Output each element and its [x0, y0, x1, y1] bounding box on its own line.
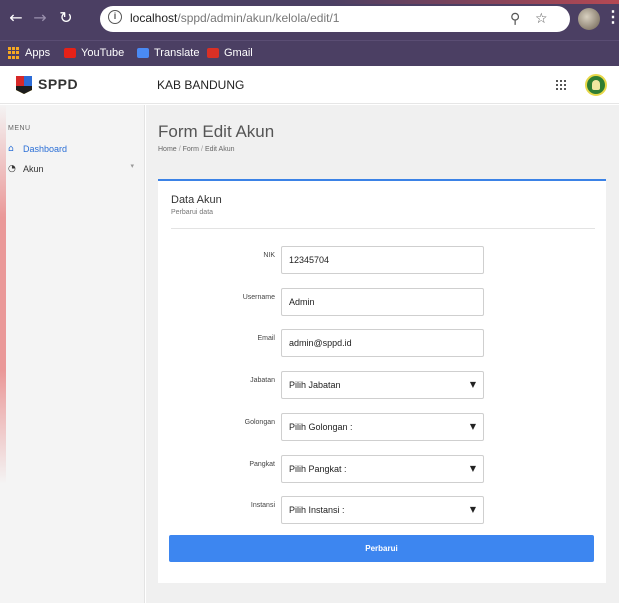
bookmarks-bar: Apps YouTube Translate Gmail [0, 40, 619, 66]
star-icon[interactable]: ☆ [535, 10, 548, 28]
submit-button[interactable]: Perbarui [169, 535, 594, 562]
bookmark-gmail[interactable]: Gmail [207, 47, 253, 59]
logo-text: SPPD [38, 76, 79, 92]
reload-icon[interactable]: ↻ [56, 8, 76, 28]
info-icon[interactable]: i [108, 10, 122, 24]
breadcrumb: Home / Form / Edit Akun [158, 146, 235, 153]
form-row-golongan: Golongan Pilih Golongan : ▼ [158, 413, 606, 441]
bookmark-label: Gmail [224, 47, 253, 59]
address-bar[interactable]: i localhost/sppd/admin/akun/kelola/edit/… [100, 6, 570, 32]
pangkat-select[interactable]: Pilih Pangkat : ▼ [281, 455, 484, 483]
sidebar-item-label: Akun [23, 164, 44, 174]
main-content: Form Edit Akun Home / Form / Edit Akun Data … [146, 105, 619, 603]
sidebar-item-label: Dashboard [23, 144, 68, 154]
bookmark-translate[interactable]: Translate [137, 47, 199, 59]
apps-icon [8, 47, 20, 59]
decorative-accent [330, 0, 619, 4]
translate-icon [137, 48, 149, 58]
url-path: /sppd/admin/akun/kelola/edit/1 [177, 11, 340, 25]
form-row-username: Username Admin [158, 288, 606, 316]
username-field[interactable]: Admin [281, 288, 484, 316]
breadcrumb-separator: / [178, 146, 181, 153]
youtube-icon [64, 48, 76, 58]
menu-heading: MENU [8, 125, 31, 132]
form-row-pangkat: Pangkat Pilih Pangkat : ▼ [158, 455, 606, 483]
browser-profile-avatar[interactable] [578, 8, 600, 30]
form-card: Data Akun Perbarui data NIK 12345704 Use… [158, 179, 606, 583]
golongan-select[interactable]: Pilih Golongan : ▼ [281, 413, 484, 441]
form-row-nik: NIK 12345704 [158, 246, 606, 274]
form-row-jabatan: Jabatan Pilih Jabatan ▼ [158, 371, 606, 399]
instansi-selected: Pilih Instansi : [289, 505, 345, 515]
email-field[interactable]: admin@sppd.id [281, 329, 484, 357]
apps-grid-icon[interactable] [556, 80, 566, 90]
gmail-icon [207, 48, 219, 58]
header-title: KAB BANDUNG [157, 78, 245, 92]
breadcrumb-form[interactable]: Form [183, 146, 199, 153]
bookmark-youtube[interactable]: YouTube [64, 47, 124, 59]
instansi-label: Instansi [250, 502, 275, 509]
breadcrumb-current: Edit Akun [204, 146, 235, 153]
sidebar-item-akun[interactable]: ◔ Akun ▾ [8, 161, 134, 177]
decorative-accent [0, 104, 6, 484]
card-subtitle: Perbarui data [171, 209, 214, 216]
email-label: Email [257, 335, 275, 342]
sidebar-item-dashboard[interactable]: ⌂ Dashboard [8, 141, 67, 157]
bookmark-label: Apps [25, 47, 51, 59]
bookmark-label: YouTube [81, 47, 125, 59]
app-header: SPPD KAB BANDUNG [0, 66, 619, 104]
golongan-label: Golongan [244, 419, 275, 426]
user-circle-icon: ◔ [8, 164, 16, 174]
card-title: Data Akun [171, 194, 222, 206]
chevron-down-icon: ▾ [130, 162, 134, 170]
logo-icon [16, 76, 32, 94]
jabatan-label: Jabatan [250, 377, 275, 384]
home-icon: ⌂ [8, 144, 14, 154]
dropdown-arrow-icon: ▼ [469, 505, 476, 514]
form-row-instansi: Instansi Pilih Instansi : ▼ [158, 496, 606, 524]
golongan-selected: Pilih Golongan : [289, 422, 353, 432]
sidebar: MENU ⌂ Dashboard ◔ Akun ▾ [0, 105, 145, 603]
browser-toolbar: ← → ↻ i localhost/sppd/admin/akun/kelola… [0, 0, 619, 40]
bookmark-label: Translate [154, 47, 200, 59]
dropdown-arrow-icon: ▼ [469, 422, 476, 431]
jabatan-select[interactable]: Pilih Jabatan ▼ [281, 371, 484, 399]
jabatan-selected: Pilih Jabatan [289, 380, 341, 390]
bookmark-apps[interactable]: Apps [8, 47, 50, 59]
breadcrumb-home[interactable]: Home [158, 146, 177, 153]
user-avatar[interactable] [585, 74, 607, 96]
breadcrumb-separator: / [200, 146, 203, 153]
instansi-select[interactable]: Pilih Instansi : ▼ [281, 496, 484, 524]
form-row-email: Email admin@sppd.id [158, 329, 606, 357]
page-title: Form Edit Akun [158, 122, 275, 141]
forward-arrow-icon[interactable]: → [30, 8, 50, 28]
browser-menu-icon[interactable]: ⋮ [605, 8, 619, 28]
divider [171, 228, 595, 229]
url-host: localhost [130, 11, 178, 25]
pangkat-selected: Pilih Pangkat : [289, 464, 347, 474]
nik-field[interactable]: 12345704 [281, 246, 484, 274]
pangkat-label: Pangkat [249, 461, 275, 468]
nik-label: NIK [263, 252, 275, 259]
dropdown-arrow-icon: ▼ [469, 380, 476, 389]
url-text[interactable]: localhost/sppd/admin/akun/kelola/edit/1 [130, 11, 339, 25]
zoom-icon[interactable]: ⚲ [510, 10, 520, 28]
back-arrow-icon[interactable]: ← [6, 8, 26, 28]
dropdown-arrow-icon: ▼ [469, 464, 476, 473]
username-label: Username [242, 294, 275, 301]
